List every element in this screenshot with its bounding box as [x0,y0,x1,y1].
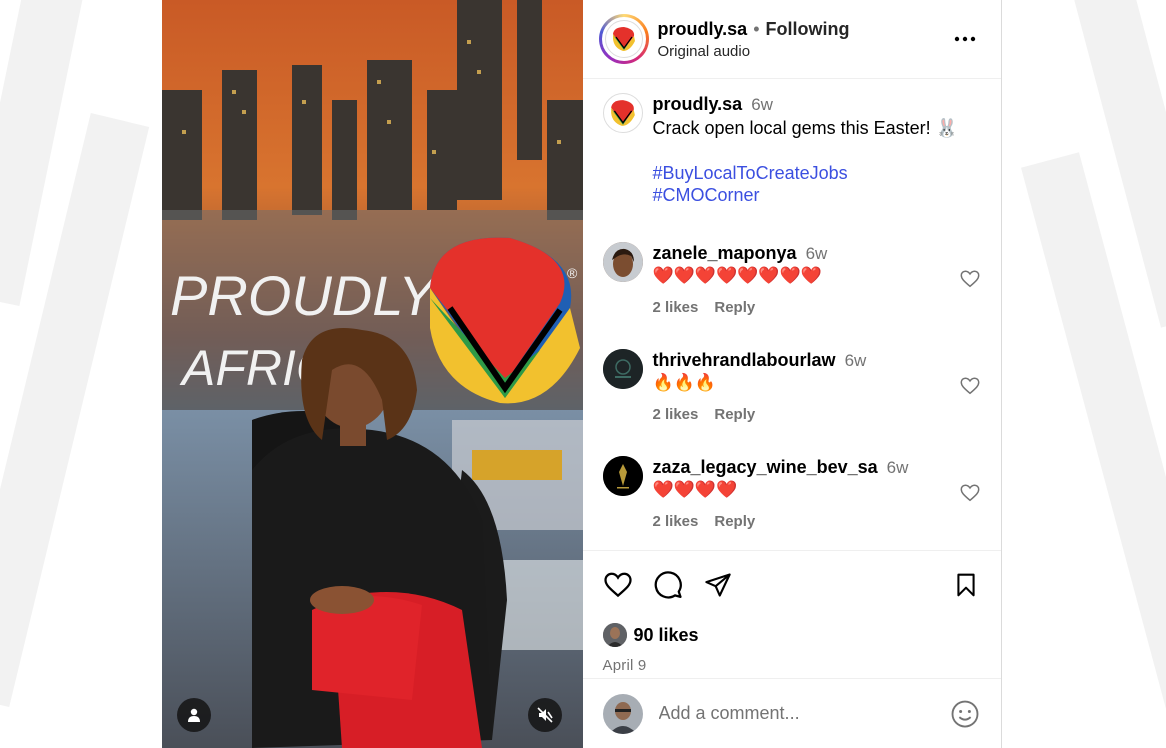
bookmark-icon [957,573,975,597]
registered-mark: ® [567,265,578,281]
heart-icon[interactable] [959,268,981,290]
heart-icon[interactable] [959,375,981,397]
like-button[interactable] [603,570,633,600]
comment-item: zanele_maponya 6w ❤️❤️❤️❤️❤️❤️❤️❤️ 2 lik… [602,242,982,316]
comment-item: thrivehrandlabourlaw 6w 🔥🔥🔥 2 likes Repl… [602,349,982,423]
instagram-post: PROUDLY AFRICA ® proudly.sa • Following … [162,0,1002,748]
comment-text: ❤️❤️❤️❤️ [652,480,738,499]
proudly-sa-logo-icon [610,100,635,126]
comment-item: zaza_legacy_wine_bev_sa 6w ❤️❤️❤️❤️ 2 li… [602,456,982,530]
commenter-username[interactable]: zanele_maponya [653,243,797,263]
post-date[interactable]: April 9 [603,657,982,674]
author-username[interactable]: proudly.sa [658,19,748,40]
speaker-muted-icon [536,707,553,723]
comment-time[interactable]: 6w [887,458,909,477]
comment-likes[interactable]: 2 likes [653,513,699,530]
hashtag-link[interactable]: #CMOCorner [653,184,982,206]
comment-text: 🔥🔥🔥 [652,373,717,392]
current-user-avatar [602,693,643,734]
liker-avatar[interactable] [602,623,627,647]
comment-input[interactable] [658,703,949,724]
post-header: proudly.sa • Following Original audio [582,0,1001,79]
reply-button[interactable]: Reply [714,406,755,423]
likes-count[interactable]: 90 likes [634,625,699,646]
heart-icon [603,572,632,598]
comment-text: ❤️❤️❤️❤️❤️❤️❤️❤️ [652,266,822,285]
tagged-users-button[interactable] [177,698,211,732]
caption-time[interactable]: 6w [751,95,773,114]
comment-time[interactable]: 6w [845,351,867,370]
commenter-avatar[interactable] [602,242,643,282]
add-comment-bar [582,678,1001,748]
separator-dot: • [753,18,760,39]
emoji-picker-button[interactable] [949,698,981,730]
person-icon [188,708,200,722]
commenter-avatar[interactable] [602,349,643,389]
commenter-username[interactable]: thrivehrandlabourlaw [653,350,836,370]
audio-link[interactable]: Original audio [658,43,948,60]
comment-likes[interactable]: 2 likes [653,299,699,316]
comment-button[interactable] [653,570,683,600]
comment-bubble-icon [654,571,682,599]
comments-section: proudly.sa 6w Crack open local gems this… [583,79,1002,550]
caption-avatar[interactable] [602,93,643,133]
more-options-button[interactable] [947,21,983,57]
reply-button[interactable]: Reply [714,299,755,316]
share-button[interactable] [703,570,733,600]
reply-button[interactable]: Reply [714,513,755,530]
post-side-panel: proudly.sa • Following Original audio pr… [582,0,1002,748]
commenter-username[interactable]: zaza_legacy_wine_bev_sa [653,457,878,477]
paper-plane-icon [704,573,731,597]
commenter-avatar[interactable] [602,456,643,496]
post-video[interactable]: PROUDLY AFRICA ® [162,0,583,748]
caption-text: Crack open local gems this Easter! 🐰 [652,118,959,138]
video-frame: PROUDLY AFRICA ® [162,0,583,748]
smiley-icon [951,700,979,727]
save-button[interactable] [951,570,981,600]
comment-time[interactable]: 6w [806,244,828,263]
hashtag-link[interactable]: #BuyLocalToCreateJobs [653,162,982,184]
mute-toggle-button[interactable] [527,698,562,732]
post-actions: 90 likes April 9 [582,550,1001,748]
proudly-sa-logo-icon [604,20,643,58]
heart-icon[interactable] [959,482,981,504]
caption: proudly.sa 6w Crack open local gems this… [602,93,982,206]
following-button[interactable]: Following [766,19,850,40]
author-avatar[interactable] [598,14,649,64]
comment-likes[interactable]: 2 likes [653,406,699,423]
caption-username[interactable]: proudly.sa [653,94,743,114]
more-horizontal-icon [954,36,976,42]
sign-text-line1: PROUDLY [170,264,439,327]
